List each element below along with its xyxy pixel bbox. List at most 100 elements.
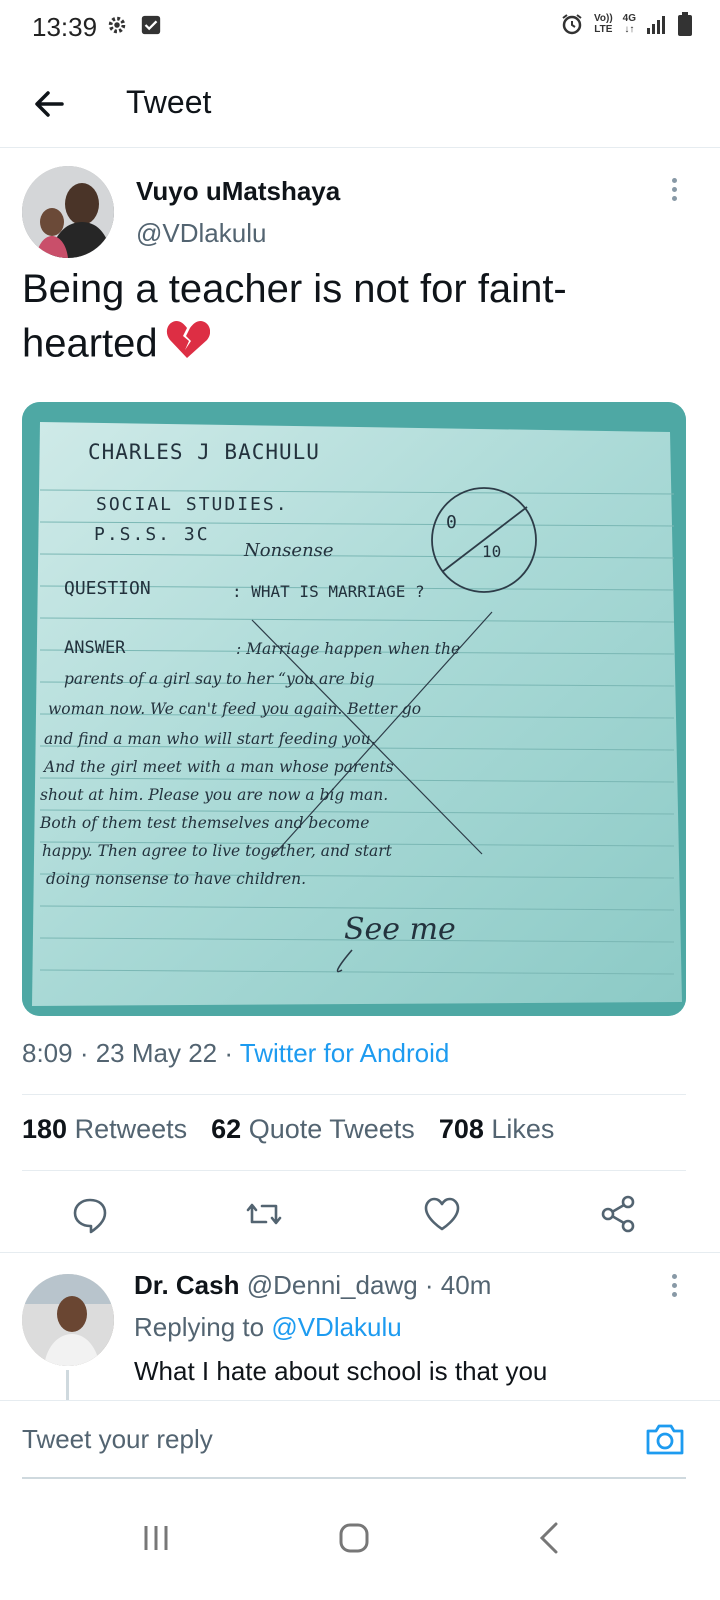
replying-to: Replying to @VDlakulu: [134, 1312, 402, 1343]
retweets-count: 180: [22, 1114, 68, 1144]
question-text: : WHAT IS MARRIAGE ?: [232, 582, 425, 601]
reply-author-name[interactable]: Dr. Cash: [134, 1270, 240, 1300]
avatar-photo: [22, 166, 114, 258]
author-handle[interactable]: @VDlakulu: [136, 218, 266, 249]
tweet-date: 23 May 22: [95, 1038, 218, 1068]
quotes-count: 62: [211, 1114, 242, 1144]
answer-line: parents of a girl say to her “you are bi…: [64, 670, 375, 688]
more-icon: [671, 178, 677, 183]
share-button[interactable]: [596, 1192, 640, 1236]
student-name: CHARLES J BACHULU: [88, 440, 320, 464]
avatar-photo: [22, 1274, 114, 1366]
tweet-timestamp: 8:09 · 23 May 22 · Twitter for Android: [22, 1038, 450, 1068]
answer-line: And the girl meet with a man whose paren…: [44, 758, 394, 776]
more-options-button[interactable]: [668, 178, 680, 208]
answer-line: Both of them test themselves and become: [40, 814, 370, 832]
network-indicator: 4G ↓↑: [623, 13, 636, 35]
home-icon: [339, 1523, 369, 1553]
status-bar: 13:39 Vo)) LTE 4G ↓↑: [0, 0, 720, 56]
answer-label: ANSWER: [64, 638, 126, 658]
system-navigation-bar: [0, 1480, 720, 1600]
score-bottom: 10: [482, 542, 502, 561]
tweet-text: Being a teacher is not for faint-hearted: [22, 262, 662, 376]
answer-line: and find a man who will start feeding yo…: [44, 730, 376, 748]
retweet-button[interactable]: [242, 1192, 286, 1236]
reply-header: Dr. Cash @Denni_dawg · 40m: [134, 1270, 492, 1300]
volte-top: Vo)): [593, 13, 613, 24]
recent-apps-icon: [144, 1526, 168, 1550]
thread-line: [66, 1370, 69, 1400]
status-left-icons: [106, 14, 162, 36]
answer-line: shout at him. Please you are now a big m…: [40, 786, 389, 804]
heart-icon: [424, 1197, 460, 1231]
alarm-icon: [562, 14, 582, 35]
reply-more-options-button[interactable]: [668, 1274, 680, 1304]
retweets-stat[interactable]: 180 Retweets: [22, 1114, 187, 1145]
answer-line: woman now. We can't feed you again. Bett…: [48, 700, 422, 718]
divider: [22, 1094, 686, 1095]
data-arrows: ↓↑: [624, 24, 635, 35]
reply-avatar[interactable]: [22, 1274, 114, 1366]
camera-icon: [646, 1424, 684, 1455]
back-button[interactable]: [28, 82, 72, 126]
likes-stat[interactable]: 708 Likes: [439, 1114, 555, 1145]
reply-age: 40m: [440, 1270, 492, 1300]
reply-icon: [73, 1198, 107, 1234]
tweet-stats: 180 Retweets 62 Quote Tweets 708 Likes: [22, 1114, 554, 1145]
chevron-left-icon: [539, 1522, 558, 1554]
tweet-photo[interactable]: CHARLES J BACHULU SOCIAL STUDIES. P.S.S.…: [22, 402, 686, 1016]
answer-line: happy. Then agree to live together, and …: [42, 842, 392, 860]
subject: SOCIAL STUDIES.: [96, 494, 289, 515]
reply-input[interactable]: [22, 1401, 622, 1477]
question-label: QUESTION: [64, 578, 151, 599]
signoff-see-me: See me: [344, 912, 456, 947]
divider: [22, 1170, 686, 1171]
score-top: 0: [446, 512, 457, 533]
tweet-text-body: Being a teacher is not for faint-hearted: [22, 267, 567, 366]
share-icon: [601, 1195, 635, 1233]
battery-icon: [678, 12, 692, 36]
signal-icon: [647, 16, 665, 34]
volte-indicator: Vo)) LTE: [594, 13, 613, 35]
top-app-bar: Tweet: [0, 62, 720, 148]
replying-mention[interactable]: @VDlakulu: [271, 1312, 401, 1342]
answer-line: : Marriage happen when the: [236, 640, 461, 658]
reply-text: What I hate about school is that you: [134, 1356, 548, 1386]
page-title: Tweet: [126, 84, 212, 120]
class: P.S.S. 3C: [94, 524, 210, 545]
home-button[interactable]: [324, 1508, 384, 1568]
broken-heart-icon: [164, 316, 210, 376]
status-right-icons: Vo)) LTE 4G ↓↑: [560, 12, 692, 36]
recent-apps-button[interactable]: [126, 1508, 186, 1568]
remark-nonsense: Nonsense: [244, 540, 334, 561]
system-back-button[interactable]: [520, 1508, 580, 1568]
quote-tweets-stat[interactable]: 62 Quote Tweets: [211, 1114, 415, 1145]
status-time: 13:39: [32, 12, 98, 42]
retweet-icon: [246, 1203, 282, 1225]
arrow-left-icon: [35, 91, 64, 117]
volte-bottom: LTE: [594, 24, 613, 35]
likes-count: 708: [438, 1114, 484, 1144]
likes-label: Likes: [491, 1114, 555, 1144]
tweet-source-link[interactable]: Twitter for Android: [240, 1038, 450, 1068]
more-icon: [671, 1274, 677, 1279]
author-name[interactable]: Vuyo uMatshaya: [136, 176, 340, 207]
network-type: 4G: [622, 13, 636, 24]
reply-button[interactable]: [68, 1192, 112, 1236]
camera-button[interactable]: [644, 1419, 686, 1459]
tweet-actions: [0, 1184, 720, 1244]
quotes-label: Quote Tweets: [248, 1114, 415, 1144]
reply-compose-bar: [0, 1400, 720, 1480]
tweet-time: 8:09: [22, 1038, 73, 1068]
like-button[interactable]: [420, 1192, 464, 1236]
exam-text-overlay: CHARLES J BACHULU SOCIAL STUDIES. P.S.S.…: [22, 402, 686, 1016]
reply-author-handle[interactable]: @Denni_dawg: [247, 1270, 418, 1300]
answer-line: doing nonsense to have children.: [46, 870, 307, 888]
checkbox-icon: [141, 15, 161, 35]
gear-icon: [108, 16, 126, 34]
replying-prefix: Replying to: [134, 1312, 265, 1342]
compose-underline: [22, 1477, 686, 1479]
retweets-label: Retweets: [74, 1114, 188, 1144]
reply-separator: [0, 1252, 720, 1253]
author-avatar[interactable]: [22, 166, 114, 258]
